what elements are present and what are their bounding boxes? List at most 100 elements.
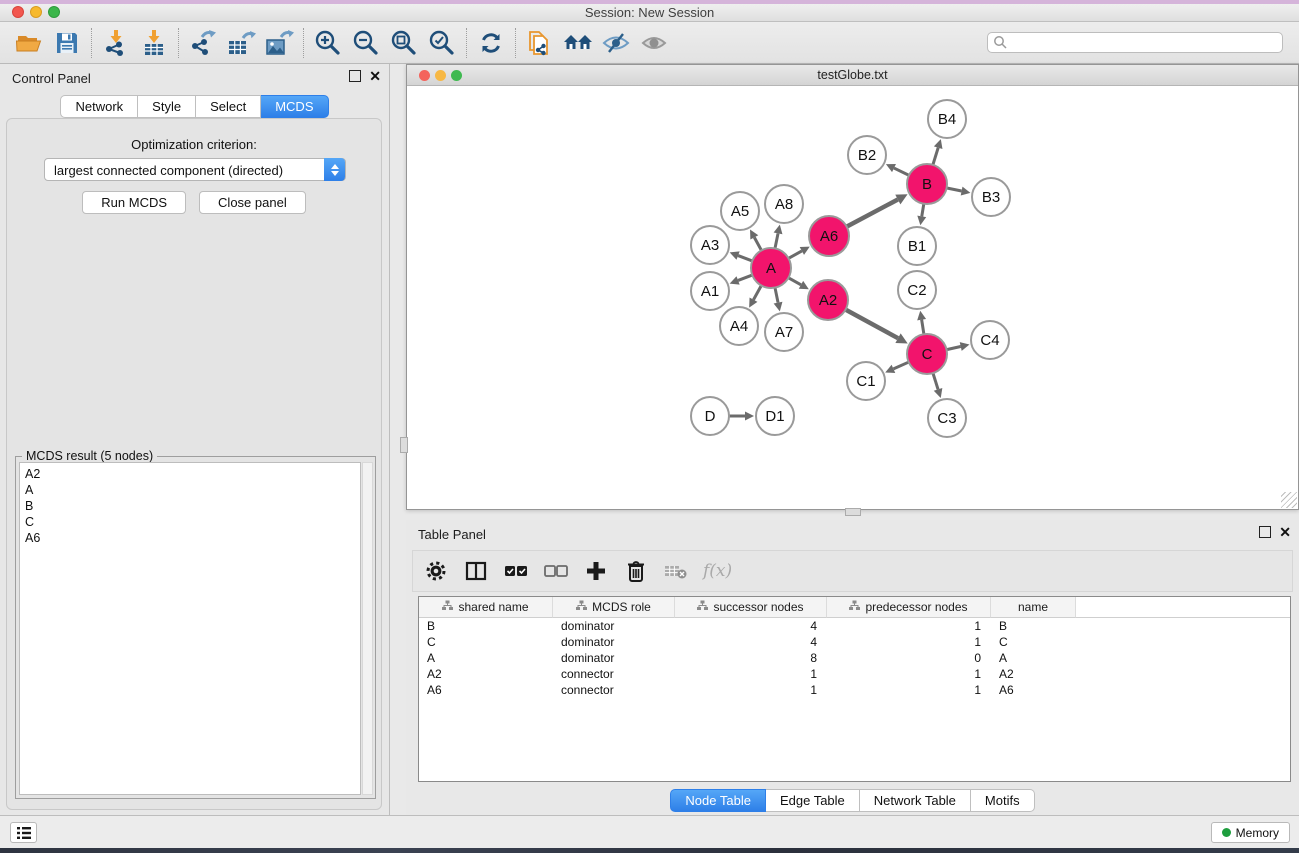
function-icon[interactable]: f(x) bbox=[703, 558, 732, 584]
tab-style[interactable]: Style bbox=[138, 95, 196, 118]
result-list-scrollbar[interactable] bbox=[362, 462, 373, 795]
tab-network[interactable]: Network bbox=[60, 95, 138, 118]
network-from-selection-icon[interactable] bbox=[521, 27, 559, 59]
table-header-row: shared nameMCDS rolesuccessor nodesprede… bbox=[419, 597, 1290, 618]
eye-slash-icon[interactable] bbox=[597, 27, 635, 59]
tab-select[interactable]: Select bbox=[196, 95, 261, 118]
table-row-a6[interactable]: A6connector11A6 bbox=[419, 682, 1290, 698]
graph-node-label-A5: A5 bbox=[731, 203, 749, 220]
zoom-out-icon[interactable] bbox=[347, 27, 385, 59]
delete-column-icon[interactable] bbox=[663, 558, 689, 584]
table-row-c[interactable]: Cdominator41C bbox=[419, 634, 1290, 650]
result-item-b[interactable]: B bbox=[25, 498, 360, 514]
import-network-icon[interactable] bbox=[97, 27, 135, 59]
graph-edge-A-A6[interactable] bbox=[788, 251, 802, 259]
graph-edge-C-C3[interactable] bbox=[933, 372, 938, 389]
titlebar[interactable]: Session: New Session bbox=[0, 4, 1299, 22]
graph-edge-C-C4[interactable] bbox=[946, 347, 961, 350]
cell: 1 bbox=[827, 666, 991, 682]
import-table-icon[interactable] bbox=[135, 27, 173, 59]
result-item-c[interactable]: C bbox=[25, 514, 360, 530]
left-splitter-handle[interactable] bbox=[400, 437, 408, 453]
two-houses-icon[interactable] bbox=[559, 27, 597, 59]
bottom-splitter-handle[interactable] bbox=[845, 508, 861, 516]
open-folder-icon[interactable] bbox=[10, 27, 48, 59]
mcds-result-list[interactable]: A2ABCA6 bbox=[19, 462, 361, 795]
tab-edge-table[interactable]: Edge Table bbox=[766, 789, 860, 812]
trash-icon[interactable] bbox=[623, 558, 649, 584]
graph-edge-B-B4[interactable] bbox=[933, 148, 939, 166]
deselect-all-icon[interactable] bbox=[543, 558, 569, 584]
dropdown-stepper-icon[interactable] bbox=[324, 158, 345, 181]
table-row-b[interactable]: Bdominator41B bbox=[419, 618, 1290, 634]
cell: dominator bbox=[553, 618, 675, 634]
result-item-a[interactable]: A bbox=[25, 482, 360, 498]
close-panel-button[interactable]: Close panel bbox=[199, 191, 306, 214]
cell: 1 bbox=[827, 682, 991, 698]
column-header-successor-nodes[interactable]: successor nodes bbox=[675, 597, 827, 618]
refresh-icon[interactable] bbox=[472, 27, 510, 59]
graph-edge-A-A5[interactable] bbox=[754, 237, 762, 251]
tab-mcds[interactable]: MCDS bbox=[261, 95, 328, 118]
zoom-selected-icon[interactable] bbox=[423, 27, 461, 59]
graph-edge-B-B3[interactable] bbox=[946, 188, 962, 191]
graph-edge-A-A2[interactable] bbox=[788, 277, 801, 285]
graph-edge-A-A4[interactable] bbox=[753, 285, 761, 300]
column-header-MCDS-role[interactable]: MCDS role bbox=[553, 597, 675, 618]
cell: 1 bbox=[675, 666, 827, 682]
export-image-icon[interactable] bbox=[260, 27, 298, 59]
graph-edge-A-A3[interactable] bbox=[738, 256, 753, 262]
tab-motifs[interactable]: Motifs bbox=[971, 789, 1035, 812]
table-row-a2[interactable]: A2connector11A2 bbox=[419, 666, 1290, 682]
cell: connector bbox=[553, 682, 675, 698]
tab-network-table[interactable]: Network Table bbox=[860, 789, 971, 812]
graph-node-label-A6: A6 bbox=[820, 228, 838, 245]
eye-icon[interactable] bbox=[635, 27, 673, 59]
toolbar-separator bbox=[303, 28, 304, 58]
show-panels-button[interactable] bbox=[10, 822, 37, 843]
gear-icon[interactable] bbox=[423, 558, 449, 584]
memory-button[interactable]: Memory bbox=[1211, 822, 1290, 843]
graph-edge-A6-B[interactable] bbox=[846, 199, 898, 227]
export-network-icon[interactable] bbox=[184, 27, 222, 59]
network-canvas[interactable]: AA1A2A3A4A5A6A7A8BB1B2B3B4CC1C2C3C4DD1 bbox=[407, 86, 1298, 509]
float-panel-icon[interactable] bbox=[349, 70, 361, 82]
control-panel: Control Panel ✕ NetworkStyleSelectMCDS O… bbox=[0, 64, 390, 815]
column-header-shared-name[interactable]: shared name bbox=[419, 597, 553, 618]
graph-edge-B-B2[interactable] bbox=[894, 168, 910, 176]
table-row-a[interactable]: Adominator80A bbox=[419, 650, 1290, 666]
node-table[interactable]: shared nameMCDS rolesuccessor nodesprede… bbox=[418, 596, 1291, 782]
search-input[interactable] bbox=[987, 32, 1283, 53]
graph-edge-B-B1[interactable] bbox=[922, 203, 924, 217]
graph-edge-C-C2[interactable] bbox=[922, 320, 924, 336]
network-window-titlebar[interactable]: testGlobe.txt bbox=[407, 65, 1298, 86]
zoom-in-icon[interactable] bbox=[309, 27, 347, 59]
select-all-icon[interactable] bbox=[503, 558, 529, 584]
export-table-icon[interactable] bbox=[222, 27, 260, 59]
edge-arrowhead-icon bbox=[960, 342, 970, 351]
window-resize-grip[interactable] bbox=[1281, 492, 1297, 508]
graph-edge-C-C1[interactable] bbox=[893, 362, 909, 369]
column-header-name[interactable]: name bbox=[991, 597, 1076, 618]
toolbar-separator bbox=[91, 28, 92, 58]
graph-edge-A-A7[interactable] bbox=[775, 287, 778, 303]
graph-node-label-A7: A7 bbox=[775, 324, 793, 341]
close-table-panel-icon[interactable]: ✕ bbox=[1279, 526, 1291, 538]
split-panel-icon[interactable] bbox=[463, 558, 489, 584]
tab-node-table[interactable]: Node Table bbox=[670, 789, 766, 812]
optimization-criterion-dropdown[interactable]: largest connected component (directed) bbox=[44, 158, 346, 181]
graph-edge-A-A1[interactable] bbox=[738, 275, 753, 281]
result-item-a6[interactable]: A6 bbox=[25, 530, 360, 546]
close-panel-icon[interactable]: ✕ bbox=[369, 70, 381, 82]
graph-edge-A2-C[interactable] bbox=[845, 309, 898, 338]
result-item-a2[interactable]: A2 bbox=[25, 466, 360, 482]
float-table-panel-icon[interactable] bbox=[1259, 526, 1271, 538]
column-header-predecessor-nodes[interactable]: predecessor nodes bbox=[827, 597, 991, 618]
run-mcds-button[interactable]: Run MCDS bbox=[82, 191, 186, 214]
save-icon[interactable] bbox=[48, 27, 86, 59]
zoom-fit-icon[interactable] bbox=[385, 27, 423, 59]
toolbar-separator bbox=[515, 28, 516, 58]
cell: B bbox=[419, 618, 553, 634]
graph-edge-A-A8[interactable] bbox=[775, 233, 778, 249]
plus-icon[interactable] bbox=[583, 558, 609, 584]
